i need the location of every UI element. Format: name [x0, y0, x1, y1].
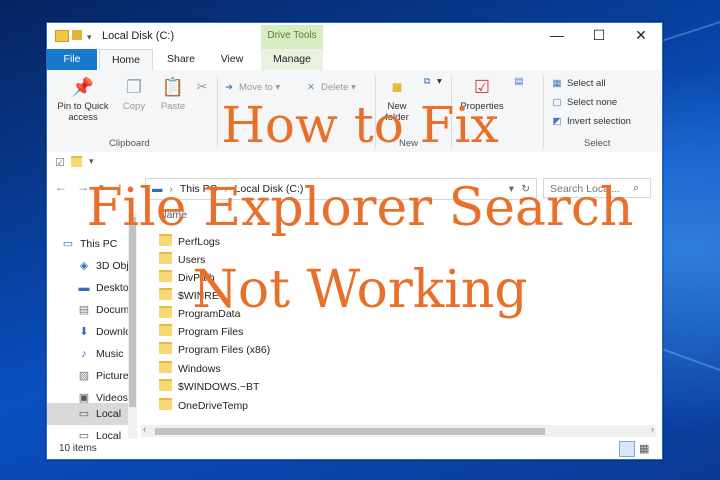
new-item-icon: ⧉ [423, 76, 431, 87]
tab-file[interactable]: File [47, 49, 97, 70]
minimize-button[interactable]: — [536, 25, 578, 45]
window-title: Local Disk (C:) [102, 30, 175, 42]
horizontal-scrollbar[interactable]: ‹ › [141, 424, 656, 437]
select-all-icon: ▦ [552, 78, 562, 89]
download-icon: ⬇ [79, 326, 89, 338]
nav-item-local-disk[interactable]: ▭ Local [47, 403, 137, 425]
details-view-icon[interactable] [619, 441, 635, 457]
delete-button[interactable]: ✕ Delete ▾ [305, 82, 356, 93]
save-icon[interactable] [72, 30, 82, 40]
music-icon: ♪ [81, 348, 87, 360]
picture-icon: ▨ [78, 370, 90, 382]
close-button[interactable]: ✕ [620, 25, 662, 45]
overlay-title-line-2: File Explorer Search [86, 178, 634, 238]
properties-small-icon[interactable]: ☑ [55, 156, 65, 169]
folder-icon [159, 324, 172, 336]
scissors-icon: ✂ [196, 79, 208, 94]
properties-icon: ☑ [473, 77, 491, 97]
nav-scrollbar[interactable] [128, 213, 137, 439]
list-item[interactable]: OneDriveTemp [159, 397, 248, 415]
delete-icon: ✕ [307, 82, 315, 93]
folder-icon [159, 398, 172, 410]
paste-icon: 📋 [161, 77, 185, 97]
list-item[interactable]: Program Files (x86) [159, 341, 270, 359]
drive-tools-label: Drive Tools [261, 25, 323, 49]
move-to-button[interactable]: ➜ Move to ▾ [223, 82, 280, 93]
new-item-button[interactable]: ⧉ ▾ [421, 76, 442, 87]
folder-icon [159, 361, 172, 373]
folder-icon [159, 379, 172, 391]
tab-share[interactable]: Share [157, 49, 205, 70]
nav-item-downloads[interactable]: ⬇Downloads [47, 321, 137, 343]
folder-icon [55, 30, 69, 42]
scroll-left-icon[interactable]: ‹ [143, 424, 146, 434]
drive-icon: ▭ [78, 408, 90, 420]
nav-item-pictures[interactable]: ▨ Pictures [47, 365, 137, 387]
open-button[interactable]: ▤ [513, 76, 529, 87]
quick-access-toolbar: ☑ ▾ [47, 152, 662, 174]
large-icons-view-icon[interactable]: ▦ [639, 442, 649, 455]
select-all-button[interactable]: ▦ Select all [551, 78, 606, 89]
ribbon-tabs: File Home Share View Manage [47, 49, 662, 71]
overlay-title-line-1: How to Fix [221, 96, 499, 154]
quick-access-dropdown-icon[interactable]: ▾ [87, 32, 92, 43]
scroll-right-icon[interactable]: › [651, 424, 654, 434]
move-icon: ➜ [225, 82, 233, 93]
horizontal-scrollbar-thumb[interactable] [155, 428, 545, 435]
navigation-pane: ▭This PC ◈3D Objects ▬Desktop ▤Documents… [47, 203, 137, 442]
status-bar: 10 items ▦ [47, 439, 662, 459]
nav-item-music[interactable]: ♪ Music [47, 343, 137, 365]
file-list: Name PerfLogs Users DivPath $WINRE Progr… [141, 203, 662, 439]
list-item[interactable]: $WINDOWS.~BT [159, 378, 259, 396]
title-bar: ▾ Local Disk (C:) Drive Tools — ☐ ✕ [47, 23, 662, 49]
tab-manage[interactable]: Manage [261, 49, 323, 70]
tab-home[interactable]: Home [99, 49, 153, 71]
folder-small-icon[interactable] [71, 156, 82, 167]
copy-icon: ❐ [125, 77, 143, 97]
new-folder-icon: ■ [391, 77, 403, 97]
folder-icon [159, 342, 172, 354]
open-icon: ▤ [514, 76, 524, 87]
overlay-title-line-3: Not Working [192, 260, 528, 320]
pin-icon: 📌 [71, 77, 95, 97]
tab-view[interactable]: View [209, 49, 255, 70]
item-count: 10 items [59, 443, 97, 454]
file-explorer-window: ▾ Local Disk (C:) Drive Tools — ☐ ✕ File… [46, 22, 663, 460]
customize-dropdown-icon[interactable]: ▾ [89, 156, 94, 167]
list-item[interactable]: Windows [159, 360, 221, 378]
list-item[interactable]: Program Files [159, 323, 243, 341]
maximize-button[interactable]: ☐ [578, 25, 620, 45]
